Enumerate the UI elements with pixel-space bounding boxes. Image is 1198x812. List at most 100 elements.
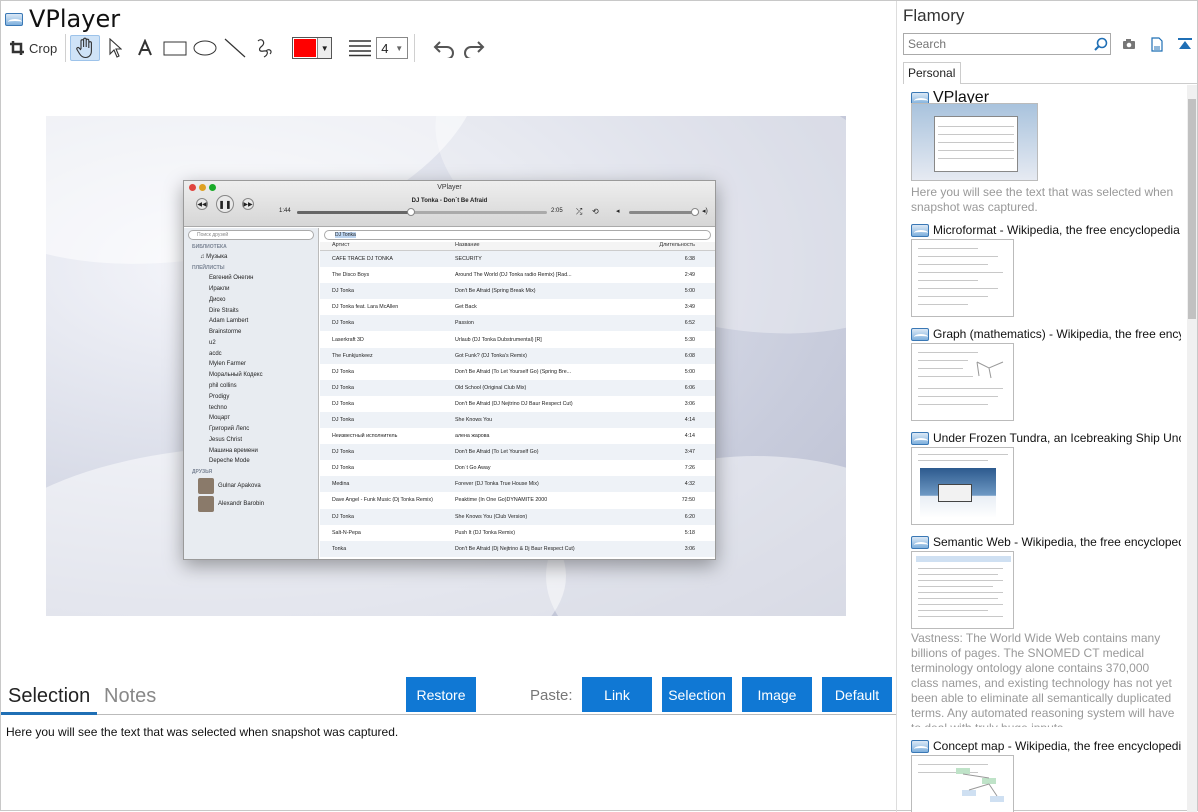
flamory-search-input[interactable] <box>903 33 1111 55</box>
snapshot-thumbnail[interactable] <box>911 103 1038 181</box>
tab-selection[interactable]: Selection <box>8 685 90 708</box>
paste-link-button[interactable]: Link <box>582 677 652 712</box>
list-item-title[interactable]: Concept map - Wikipedia, the free encycl… <box>911 739 1181 753</box>
table-row: DJ Tonka Old School (Original Club Mix) 6:… <box>320 379 715 396</box>
track-duration: 5:00 <box>684 368 695 375</box>
arrow-pointer-icon <box>109 38 123 58</box>
playlist-item: Евгений Онегин <box>209 275 254 282</box>
track-duration: 5:00 <box>684 288 695 295</box>
playlist-item: phil collins <box>209 382 237 389</box>
color-swatch <box>294 39 317 57</box>
friend-item: Alexandr Barobin <box>184 495 318 513</box>
restore-button[interactable]: Restore <box>406 677 476 712</box>
freehand-tool-button[interactable] <box>250 35 280 61</box>
paste-default-button[interactable]: Default <box>822 677 892 712</box>
hand-tool-button[interactable] <box>70 35 101 61</box>
track-duration: 4:14 <box>684 433 695 440</box>
list-item-title[interactable]: Semantic Web - Wikipedia, the free encyc… <box>911 535 1181 549</box>
track-duration: 3:49 <box>684 304 695 311</box>
tab-selection-indicator <box>1 712 97 715</box>
playlist-item: Григорий Лепс <box>209 426 250 433</box>
track-artist: DJ Tonka <box>332 288 354 295</box>
line-tool-button[interactable] <box>220 35 250 61</box>
table-row: DJ Tonka Passion 6:52 <box>320 315 715 332</box>
snapshot-list: VPlayer Here you will see the text that … <box>897 85 1187 812</box>
table-row: Medina Forever (DJ Tonka True House Mix) 4… <box>320 476 715 493</box>
track-duration: 2:49 <box>684 272 695 279</box>
tab-divider <box>961 83 1197 84</box>
line-width-icon <box>348 35 372 61</box>
tab-personal[interactable]: Personal <box>903 62 961 84</box>
redo-icon <box>464 41 485 58</box>
track-duration: 72:50 <box>681 497 695 504</box>
selection-text[interactable]: Here you will see the text that was sele… <box>6 725 398 739</box>
collapse-icon[interactable] <box>1177 36 1193 52</box>
paste-image-button[interactable]: Image <box>742 677 812 712</box>
flamory-title: Flamory <box>903 6 965 25</box>
next-icon: ▶▶ <box>242 198 254 210</box>
pointer-tool-button[interactable] <box>100 35 130 61</box>
document-icon[interactable] <box>1149 36 1165 52</box>
track-duration: 3:06 <box>684 545 695 552</box>
library-header: БИБЛИОТЕКА <box>192 244 227 250</box>
text-tool-button[interactable] <box>130 35 160 61</box>
crop-button[interactable]: Crop <box>5 35 61 61</box>
snapshot-image[interactable]: VPlayer DJ Tonka - Don`t Be Afraid ◀◀ ❚❚… <box>46 116 846 616</box>
rectangle-tool-button[interactable] <box>160 35 190 61</box>
table-row: The Funkjunkeez Got Funk? (DJ Tonka's Rem… <box>320 347 715 364</box>
shuffle-icon: ⤮ <box>576 207 583 216</box>
list-item-title[interactable]: Under Frozen Tundra, an Icebreaking Ship… <box>911 431 1181 445</box>
table-row: Salt-N-Pepa Push It (DJ Tonka Remix) 5:18 <box>320 525 715 541</box>
friend-name: Gulnar Apakova <box>218 482 261 489</box>
flamory-scrollbar[interactable] <box>1187 85 1197 812</box>
snapshot-thumbnail[interactable] <box>911 343 1014 421</box>
playlist-item: Adam Lambert <box>209 318 249 325</box>
track-artist: The Disco Boys <box>332 272 370 279</box>
list-item-description: Vastness: The World Wide Web contains ma… <box>911 631 1175 727</box>
color-picker[interactable]: ▼ <box>292 37 333 59</box>
paste-selection-button[interactable]: Selection <box>662 677 732 712</box>
friend-name: Alexandr Barobin <box>218 500 265 507</box>
search-icon[interactable] <box>1093 36 1109 52</box>
player-header: VPlayer DJ Tonka - Don`t Be Afraid ◀◀ ❚❚… <box>184 181 715 227</box>
friend-item: Gulnar Apakova <box>184 477 318 495</box>
track-artist: DJ Tonka feat. Lara McAllen <box>332 304 399 311</box>
line-width-value: 4 <box>381 40 389 56</box>
flamory-panel: Flamory Personal VPlayer Here you will s… <box>896 1 1198 812</box>
track-artist: Laserkraft 3D <box>332 336 364 343</box>
table-row: Dave Angel - Funk Music (Dj Tonka Remix)… <box>320 492 715 508</box>
playlist-item: Машина времени <box>209 447 258 454</box>
snapshot-thumbnail[interactable] <box>911 755 1014 812</box>
list-item-title[interactable]: Graph (mathematics) - Wikipedia, the fre… <box>911 327 1181 341</box>
app-icon <box>911 739 929 753</box>
ellipse-tool-button[interactable] <box>190 35 220 61</box>
track-title: Get Back <box>455 304 477 311</box>
app-icon <box>911 431 929 445</box>
table-row: DJ Tonka Don't Be Afraid (DJ Nejtrino DJ … <box>320 396 715 412</box>
snapshot-thumbnail[interactable] <box>911 551 1014 629</box>
camera-icon[interactable] <box>1121 36 1137 52</box>
volume-high-icon: ◂) <box>702 208 708 215</box>
friends-header: ДРУЗЬЯ <box>192 468 213 475</box>
chevron-down-icon: ▼ <box>395 43 404 53</box>
table-row: DJ Tonka She Knows You 4:14 <box>320 411 715 429</box>
snapshot-thumbnail[interactable] <box>911 239 1014 317</box>
app-icon <box>5 12 23 26</box>
track-duration: 4:14 <box>684 416 695 423</box>
playlist-item: Моральный Кодекс <box>209 372 263 379</box>
track-title: Forever (DJ Tonka True House Mix) <box>455 481 539 488</box>
track-title: She Knows You <box>455 416 493 423</box>
list-item-title[interactable]: Microformat - Wikipedia, the free encycl… <box>911 223 1181 237</box>
track-artist: DJ Tonka <box>332 368 354 375</box>
redo-button[interactable] <box>459 35 489 61</box>
elapsed-time: 1:44 <box>279 208 291 214</box>
line-width-select[interactable]: 4 ▼ <box>376 37 409 59</box>
scrollbar-thumb[interactable] <box>1188 99 1196 319</box>
undo-button[interactable] <box>429 35 459 61</box>
track-artist: CAFE TRACE DJ TONKA <box>332 256 393 263</box>
tab-notes[interactable]: Notes <box>104 685 156 708</box>
track-artist: Medina <box>332 481 350 488</box>
track-title: Don't Be Afraid (To Let Yourself Go) <box>455 449 539 456</box>
track-title: Passion <box>455 320 474 327</box>
snapshot-thumbnail[interactable] <box>911 447 1014 525</box>
